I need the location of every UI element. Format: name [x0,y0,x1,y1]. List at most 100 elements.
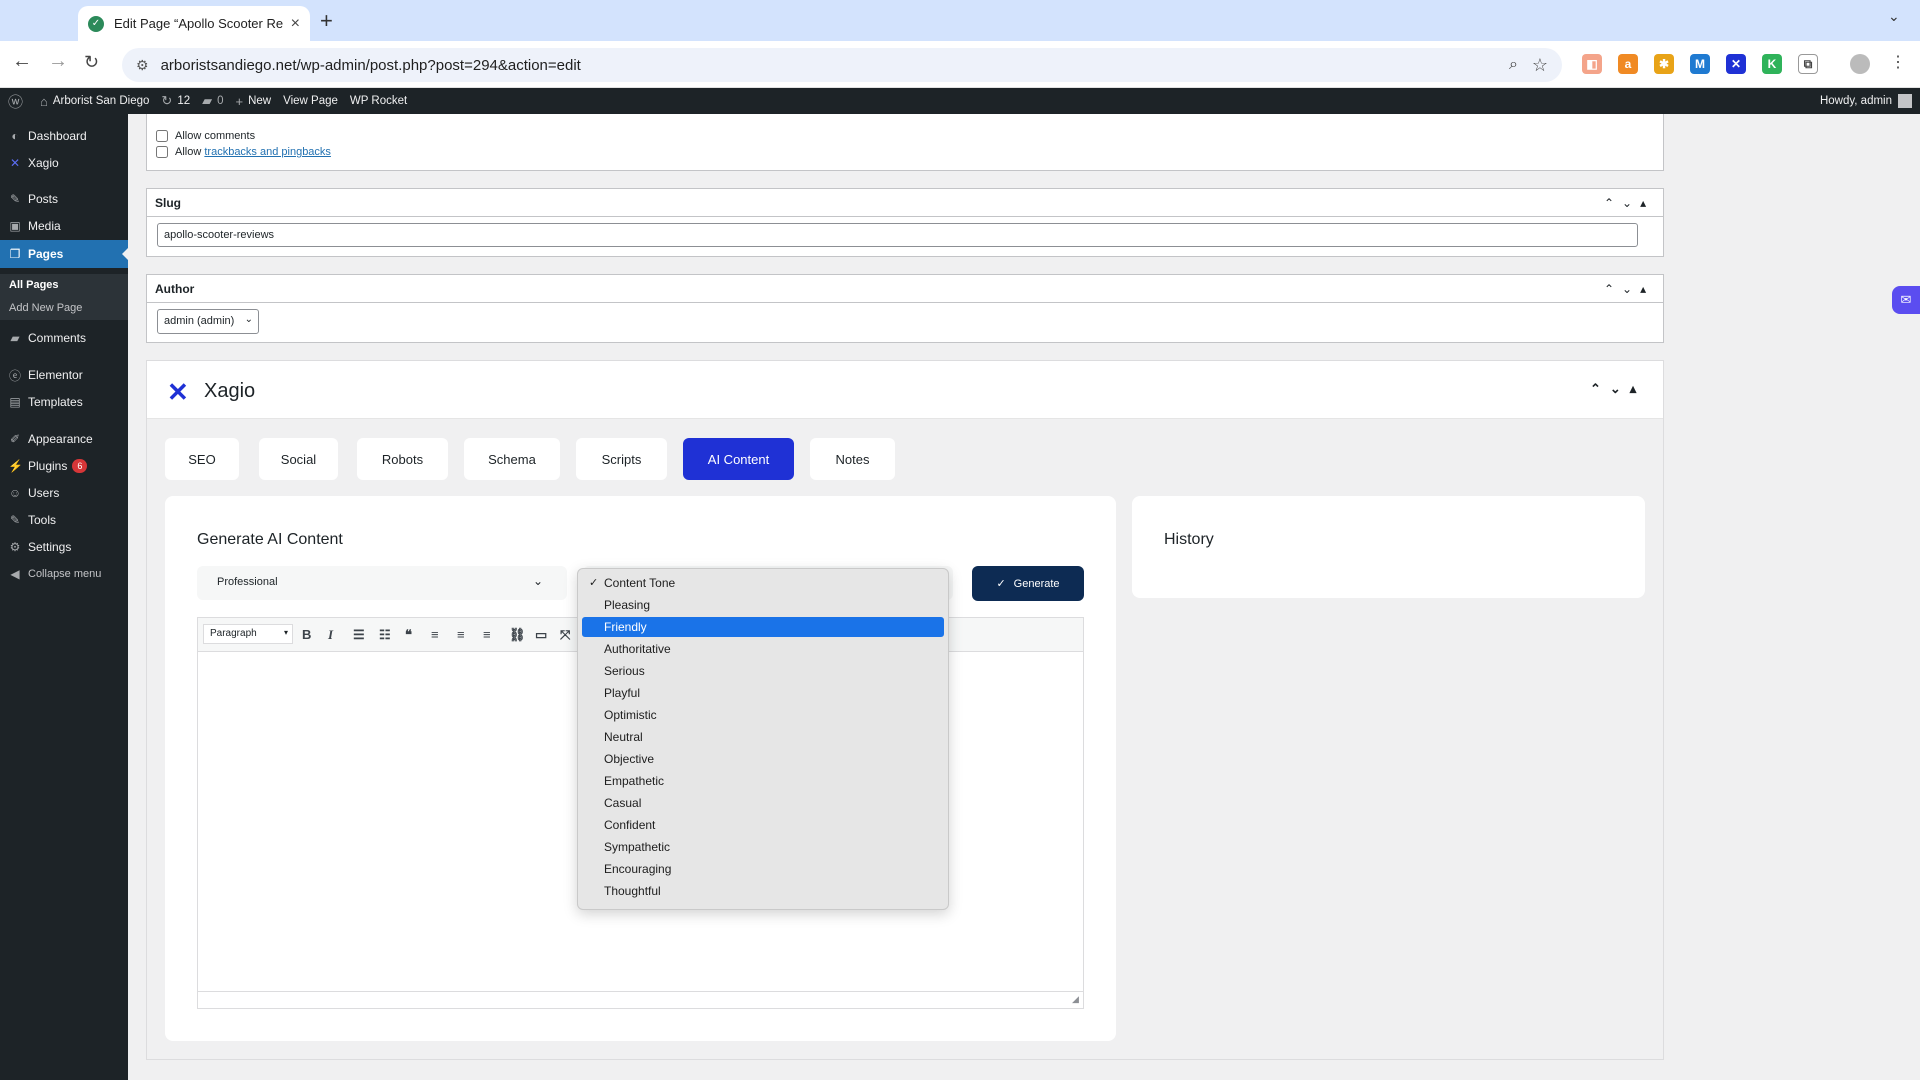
allow-trackbacks-checkbox[interactable] [156,146,168,158]
close-tab-icon[interactable]: × [291,15,300,33]
sidebar-item-dashboard[interactable]: ◐ Dashboard [0,123,128,149]
tone-option-pleasing[interactable]: Pleasing [582,595,944,615]
sidebar-item-appearance[interactable]: ✐ Appearance [0,426,128,452]
tone-option-confident[interactable]: Confident [582,815,944,835]
tab-schema[interactable]: Schema [464,438,560,480]
align-center-icon[interactable]: ≡ [457,627,465,642]
sidebar-item-settings[interactable]: ⚙ Settings [0,534,128,560]
format-select[interactable]: Paragraph ▾ [203,624,293,644]
site-info-icon[interactable]: ⚙ [136,57,149,74]
comments-link[interactable]: ▰ 0 [202,93,223,109]
folder-icon: ▤ [9,395,21,409]
browser-menu-icon[interactable]: ⋮ [1890,52,1906,72]
tab-seo[interactable]: SEO [165,438,239,480]
link-icon[interactable]: ⛓ [509,627,526,643]
tone-option-neutral[interactable]: Neutral [582,727,944,747]
wp-rocket-link[interactable]: WP Rocket [350,95,407,107]
pin-icon: ✎ [9,192,21,206]
check-icon: ✓ [996,578,1006,590]
sidebar-item-pages[interactable]: ❐ Pages [0,240,128,268]
bold-icon[interactable]: B [302,627,311,642]
zoom-icon[interactable]: ⌕ [1509,56,1518,74]
submenu-all-pages[interactable]: All Pages [9,279,59,291]
author-header [146,274,1664,303]
tone-option-casual[interactable]: Casual [582,793,944,813]
extension-icon[interactable]: ◧ [1582,54,1602,74]
profile-avatar-icon[interactable] [1850,54,1870,74]
tab-scripts[interactable]: Scripts [576,438,667,480]
sidebar-item-templates[interactable]: ▤ Templates [0,389,128,415]
sidebar-item-posts[interactable]: ✎ Posts [0,186,128,212]
tone-option-objective[interactable]: Objective [582,749,944,769]
sidebar-item-tools[interactable]: ✎ Tools [0,507,128,533]
pages-icon: ❐ [9,247,21,261]
blockquote-icon[interactable]: ❝ [405,627,412,643]
extension-icon[interactable]: ✱ [1654,54,1674,74]
tone-option-encouraging[interactable]: Encouraging [582,859,944,879]
collapse-menu-button[interactable]: ◀ Collapse menu [0,561,128,587]
amazon-extension-icon[interactable]: a [1618,54,1638,74]
tone-option-thoughtful[interactable]: Thoughtful [582,881,944,901]
fullscreen-icon[interactable]: ⤧ [560,627,570,643]
author-move-controls[interactable]: ⌃⌄▴ [1604,282,1654,296]
xagio-move-controls[interactable]: ⌃⌄▴ [1590,381,1645,397]
xagio-extension-icon[interactable]: ✕ [1726,54,1746,74]
submenu-add-new-page[interactable]: Add New Page [9,302,82,314]
sidebar-item-media[interactable]: ▣ Media [0,213,128,239]
tone-option-content-tone[interactable]: ✓ Content Tone [582,573,944,593]
tone-option-friendly[interactable]: Friendly [582,617,944,637]
new-content-link[interactable]: + New [236,94,272,109]
wordpress-logo-icon[interactable]: ⓦ [8,91,28,112]
address-bar[interactable]: ⚙ arboristsandiego.net/wp-admin/post.php… [122,48,1562,82]
align-right-icon[interactable]: ≡ [483,627,491,642]
author-select[interactable]: admin (admin) ⌄ [157,309,259,334]
tab-robots[interactable]: Robots [357,438,448,480]
history-title: History [1164,531,1214,548]
tone-option-serious[interactable]: Serious [582,661,944,681]
elementor-icon: ⓔ [8,368,21,383]
bookmark-star-icon[interactable]: ☆ [1532,55,1548,76]
k-extension-icon[interactable]: K [1762,54,1782,74]
new-tab-icon[interactable]: + [320,8,333,34]
trackbacks-link[interactable]: trackbacks and pingbacks [204,146,331,158]
tab-notes[interactable]: Notes [810,438,895,480]
bullet-list-icon[interactable]: ☰ [353,627,365,643]
m-extension-icon[interactable]: M [1690,54,1710,74]
italic-icon[interactable]: I [328,627,333,643]
tone-select-primary[interactable]: Professional ⌄ [197,566,567,600]
comment-bubble-icon: ▰ [202,93,213,108]
slug-input[interactable]: apollo-scooter-reviews [157,223,1638,247]
numbered-list-icon[interactable]: ☷ [379,627,391,643]
resize-handle-icon[interactable]: ◢ [1072,994,1079,1005]
chat-bubble-icon[interactable]: ✉ [1892,286,1920,314]
site-name-link[interactable]: ⌂ Arborist San Diego [40,94,149,109]
slug-move-controls[interactable]: ⌃⌄▴ [1604,196,1654,210]
back-icon[interactable]: ← [12,50,32,73]
browser-tab[interactable]: ✓ Edit Page “Apollo Scooter Re × [78,6,310,41]
tab-search-chevron-icon[interactable]: ⌄ [1888,8,1900,25]
view-page-link[interactable]: View Page [283,95,338,107]
allow-comments-checkbox[interactable] [156,130,168,142]
tone-option-empathetic[interactable]: Empathetic [582,771,944,791]
updates-link[interactable]: ↻ 12 [161,93,190,109]
tab-ai-content[interactable]: AI Content [683,438,794,480]
forward-icon[interactable]: → [48,50,68,73]
brush-icon: ✐ [9,432,21,446]
sidebar-item-xagio[interactable]: ✕ Xagio [0,150,128,176]
sidebar-item-elementor[interactable]: ⓔ Elementor [0,362,128,388]
tab-social[interactable]: Social [259,438,338,480]
tone-option-sympathetic[interactable]: Sympathetic [582,837,944,857]
howdy-account[interactable]: Howdy, admin [1820,88,1912,114]
slug-title: Slug [155,196,181,210]
extensions-puzzle-icon[interactable]: ⧉ [1798,54,1818,74]
sidebar-item-plugins[interactable]: ⚡ Plugins 6 [0,453,128,479]
read-more-icon[interactable]: ▭ [535,627,547,643]
tone-option-authoritative[interactable]: Authoritative [582,639,944,659]
sidebar-item-users[interactable]: ☺ Users [0,480,128,506]
reload-icon[interactable]: ↻ [84,52,99,73]
align-left-icon[interactable]: ≡ [431,627,439,642]
sidebar-item-comments[interactable]: ▰ Comments [0,325,128,351]
tone-option-optimistic[interactable]: Optimistic [582,705,944,725]
tone-option-playful[interactable]: Playful [582,683,944,703]
generate-button[interactable]: ✓ Generate [972,566,1084,601]
